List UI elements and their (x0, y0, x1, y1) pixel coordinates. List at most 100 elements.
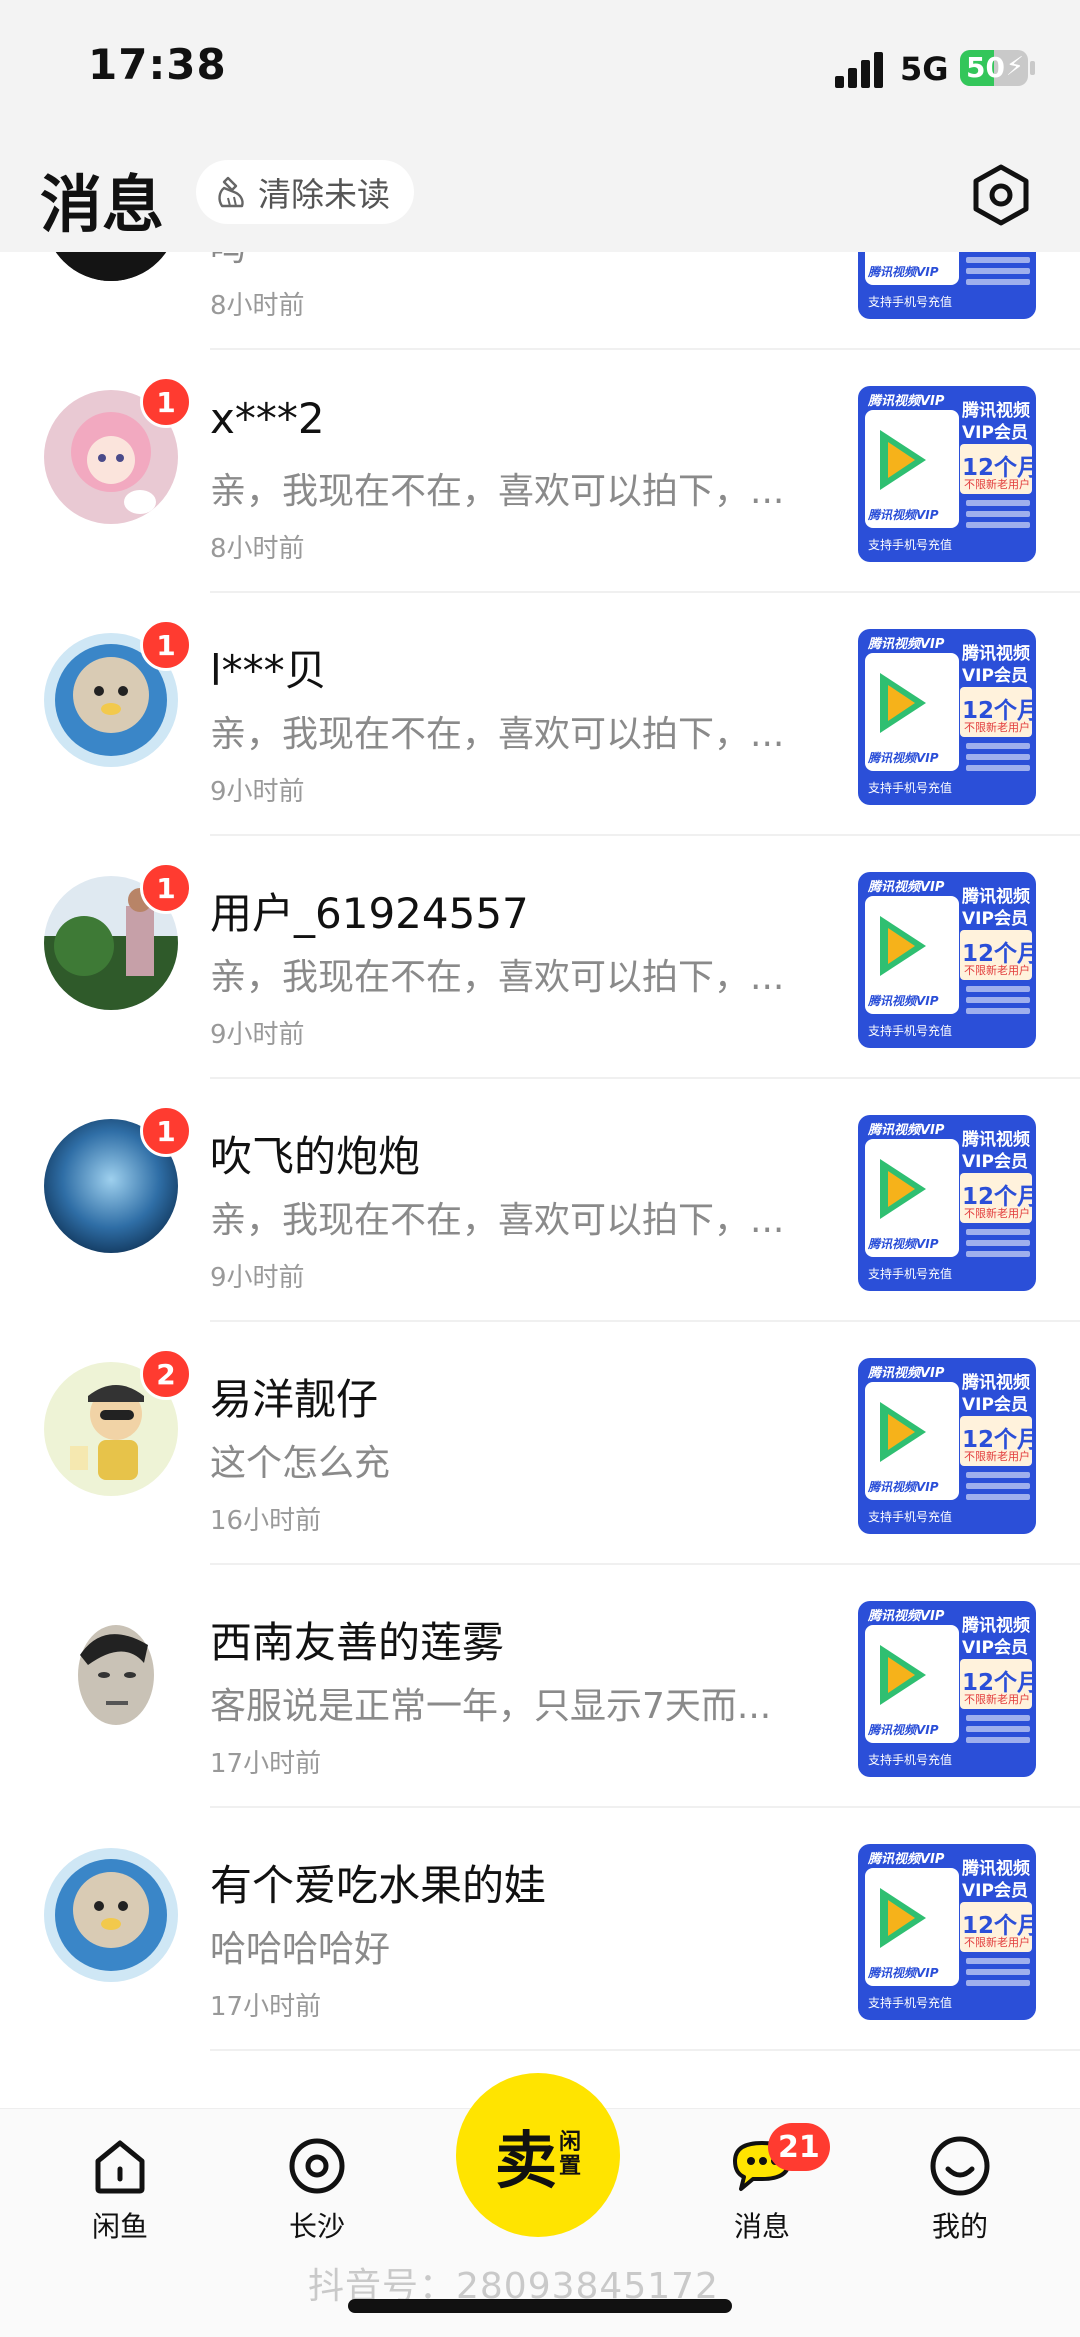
product-thumbnail[interactable]: 腾讯视频VIP 腾讯视频 VIP会员 12个月 不限新老用户 腾讯视频VIP 支… (858, 1358, 1036, 1534)
thumb-footer: 支持手机号充值 (868, 1753, 953, 1767)
product-thumbnail[interactable]: 腾讯视频VIP 腾讯视频 VIP会员 12个月 不限新老用户 腾讯视频VIP 支… (858, 872, 1036, 1048)
conversation-preview: 客服说是正常一年，只显示7天而... (210, 1686, 772, 1727)
thumb-logo-text: 腾讯视频VIP (868, 994, 939, 1008)
conversation-preview: 哈哈哈哈好 (210, 1929, 391, 1970)
thumb-title-2: VIP会员 (962, 1395, 1028, 1415)
conversation-row[interactable]: 1 用户_61924557 亲，我现在不在，喜欢可以拍下，... 9小时前 腾讯… (0, 836, 1080, 1079)
thumb-title-2: VIP会员 (962, 423, 1028, 443)
nav-label: 长沙 (288, 2210, 345, 2243)
row-divider (210, 2049, 1080, 2051)
unread-badge: 1 (140, 862, 192, 914)
avatar (44, 1605, 178, 1739)
conversation-row[interactable]: 吗 8小时前 腾讯视频VIP 腾讯视频 VIP会员 12个月 不限新老用户 腾讯… (0, 252, 1080, 350)
thumb-brand: 腾讯视频VIP (868, 1123, 945, 1138)
status-time: 17:38 (88, 40, 227, 89)
page-title: 消息 (40, 168, 165, 241)
conversation-time: 8小时前 (210, 291, 305, 321)
thumb-footer: 支持手机号充值 (868, 538, 953, 552)
conversation-name: x***2 (210, 394, 325, 443)
product-thumbnail[interactable]: 腾讯视频VIP 腾讯视频 VIP会员 12个月 不限新老用户 腾讯视频VIP 支… (858, 1115, 1036, 1291)
nav-item-messages[interactable]: 21 消息 (692, 2123, 832, 2245)
product-thumbnail[interactable]: 腾讯视频VIP 腾讯视频 VIP会员 12个月 不限新老用户 腾讯视频VIP 支… (858, 386, 1036, 562)
broom-icon (218, 176, 244, 208)
unread-badge: 1 (140, 376, 192, 428)
play-logo-inner (888, 928, 915, 964)
page-header: 消息 清除未读 (0, 140, 1080, 252)
location-icon (289, 2138, 345, 2194)
thumb-title-2: VIP会员 (962, 666, 1028, 686)
thumb-brand: 腾讯视频VIP (868, 394, 945, 409)
home-indicator[interactable] (348, 2299, 732, 2313)
sell-button[interactable]: 卖 闲 置 (456, 2073, 620, 2237)
conversation-row[interactable]: 有个爱吃水果的娃 哈哈哈哈好 17小时前 腾讯视频VIP 腾讯视频 VIP会员 … (0, 1808, 1080, 2051)
conversation-name: l***贝 (210, 646, 327, 695)
play-logo-inner (888, 1900, 915, 1936)
thumb-title-2: VIP会员 (962, 1881, 1028, 1901)
thumb-footer: 支持手机号充值 (868, 781, 953, 795)
thumb-brand: 腾讯视频VIP (868, 880, 945, 895)
clear-unread-button[interactable]: 清除未读 (196, 160, 414, 224)
nav-item-location[interactable]: 长沙 (247, 2131, 387, 2245)
nav-item-profile[interactable]: 我的 (890, 2131, 1030, 2245)
conversation-name: 易洋靓仔 (210, 1375, 379, 1424)
nav-label: 我的 (931, 2210, 988, 2243)
thumb-feature-lines (966, 1472, 1030, 1508)
thumb-brand: 腾讯视频VIP (868, 637, 945, 652)
conversation-row[interactable]: 2 易洋靓仔 这个怎么充 16小时前 腾讯视频VIP 腾讯视频 VIP会员 12… (0, 1322, 1080, 1565)
sell-sub-2: 置 (559, 2154, 582, 2179)
play-logo-inner (888, 685, 915, 721)
conversation-time: 17小时前 (210, 1749, 322, 1779)
thumb-feature-lines (966, 1229, 1030, 1265)
thumb-note: 不限新老用户 (964, 478, 1030, 491)
thumb-footer: 支持手机号充值 (868, 1510, 953, 1524)
thumb-logo-text: 腾讯视频VIP (868, 751, 939, 765)
conversation-row[interactable]: 1 l***贝 亲，我现在不在，喜欢可以拍下，... 9小时前 腾讯视频VIP … (0, 593, 1080, 836)
thumb-feature-lines (966, 500, 1030, 536)
conversation-time: 9小时前 (210, 1020, 305, 1050)
conversation-time: 8小时前 (210, 534, 305, 564)
thumb-feature-lines (966, 257, 1030, 293)
conversation-name: 有个爱吃水果的娃 (210, 1861, 547, 1910)
play-logo-inner (888, 1414, 915, 1450)
home-icon (95, 2140, 145, 2194)
conversation-preview: 亲，我现在不在，喜欢可以拍下，... (210, 471, 785, 512)
conversation-list: 吗 8小时前 腾讯视频VIP 腾讯视频 VIP会员 12个月 不限新老用户 腾讯… (0, 252, 1080, 2110)
product-thumbnail[interactable]: 腾讯视频VIP 腾讯视频 VIP会员 12个月 不限新老用户 腾讯视频VIP 支… (858, 1601, 1036, 1777)
status-bar: 17:38 5G 50 ⚡ (0, 0, 1080, 140)
thumb-footer: 支持手机号充值 (868, 1996, 953, 2010)
thumb-brand: 腾讯视频VIP (868, 1852, 945, 1867)
sell-sub-1: 闲 (559, 2130, 582, 2155)
conversation-row[interactable]: 1 x***2 亲，我现在不在，喜欢可以拍下，... 8小时前 腾讯视频VIP … (0, 350, 1080, 593)
conversation-time: 16小时前 (210, 1506, 322, 1536)
thumb-footer: 支持手机号充值 (868, 1024, 953, 1038)
conversation-preview: 这个怎么充 (210, 1443, 391, 1484)
conversation-row[interactable]: 1 吹飞的炮炮 亲，我现在不在，喜欢可以拍下，... 9小时前 腾讯视频VIP … (0, 1079, 1080, 1322)
thumb-brand: 腾讯视频VIP (868, 1609, 945, 1624)
thumb-note: 不限新老用户 (964, 721, 1030, 734)
unread-badge: 2 (140, 1348, 192, 1400)
product-thumbnail[interactable]: 腾讯视频VIP 腾讯视频 VIP会员 12个月 不限新老用户 腾讯视频VIP 支… (858, 252, 1036, 319)
thumb-note: 不限新老用户 (964, 1693, 1030, 1706)
conversation-row[interactable]: 西南友善的莲雾 客服说是正常一年，只显示7天而... 17小时前 腾讯视频VIP… (0, 1565, 1080, 1808)
conversation-time: 17小时前 (210, 1992, 322, 2022)
unread-badge: 1 (140, 619, 192, 671)
thumb-note: 不限新老用户 (964, 964, 1030, 977)
messages-screen: 17:38 5G 50 ⚡ 消息 清除未读 8小时前 腾讯视频VIP 支持手机号… (0, 0, 1080, 2337)
product-thumbnail[interactable]: 腾讯视频VIP 腾讯视频 VIP会员 12个月 不限新老用户 腾讯视频VIP 支… (858, 629, 1036, 805)
thumb-footer: 支持手机号充值 (868, 295, 953, 309)
play-logo-inner (888, 1657, 915, 1693)
thumb-note: 不限新老用户 (964, 1936, 1030, 1949)
thumb-title-2: VIP会员 (962, 1152, 1028, 1172)
avatar (44, 1848, 178, 1982)
play-logo-inner (888, 1171, 915, 1207)
conversation-preview: 吗 (210, 252, 830, 271)
conversation-name: 用户_61924557 (210, 889, 529, 938)
thumb-note: 不限新老用户 (964, 1207, 1030, 1220)
nav-label: 闲鱼 (91, 2210, 148, 2243)
profile-smile-icon (930, 2136, 990, 2196)
nav-item-home[interactable]: 闲鱼 (50, 2131, 190, 2245)
product-thumbnail[interactable]: 腾讯视频VIP 腾讯视频 VIP会员 12个月 不限新老用户 腾讯视频VIP 支… (858, 1844, 1036, 2020)
battery-tip (1030, 61, 1035, 75)
settings-hexagon-icon[interactable] (968, 162, 1034, 228)
thumb-title-2: VIP会员 (962, 1638, 1028, 1658)
